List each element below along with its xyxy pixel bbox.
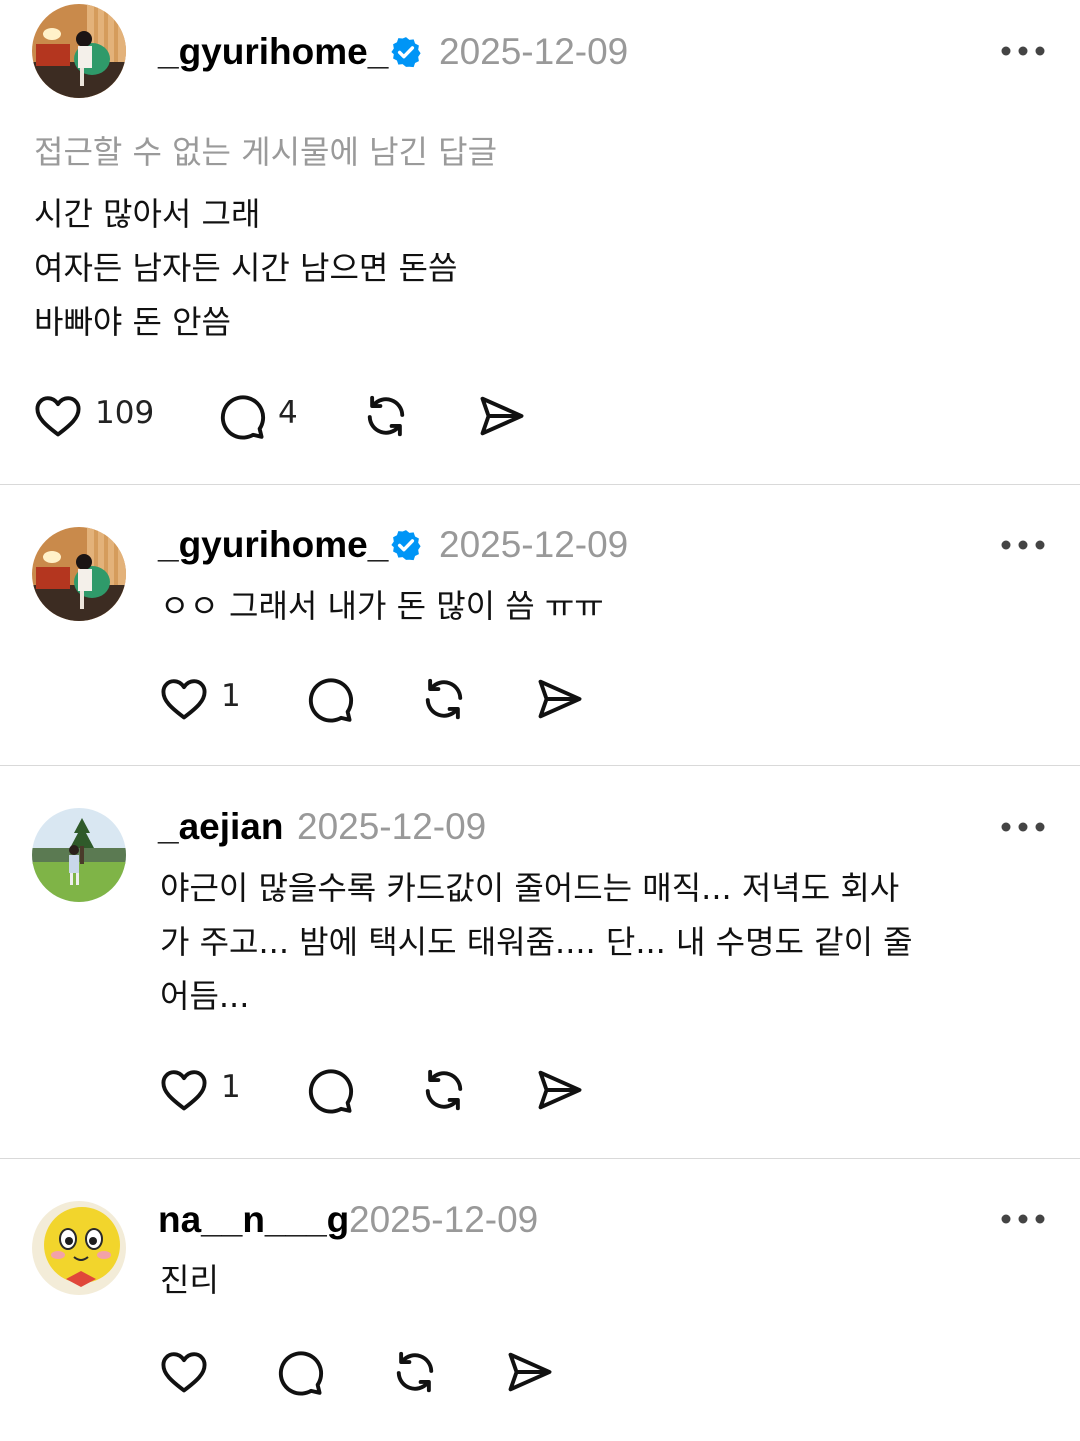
send-icon[interactable]	[534, 1064, 586, 1116]
post-divider	[0, 1158, 1080, 1159]
more-dots-icon[interactable]	[1000, 820, 1046, 834]
post-date: 2025-12-09	[297, 806, 487, 847]
username[interactable]: _gyurihome_	[158, 526, 388, 563]
verified-badge-icon	[391, 37, 421, 68]
more-dots-icon[interactable]	[1000, 1212, 1046, 1226]
like-count: 1	[221, 678, 241, 714]
send-icon[interactable]	[504, 1346, 556, 1398]
comment-bubble-icon[interactable]	[215, 390, 267, 442]
post-text-line: 가 주고... 밤에 택시도 태워줌.... 단... 내 수명도 같이 줄	[160, 923, 913, 961]
post-text-line: 여자든 남자든 시간 남으면 돈씀	[34, 249, 458, 287]
post-text-line: 바빠야 돈 안씀	[34, 303, 231, 341]
post-text-line: 야근이 많을수록 카드값이 줄어드는 매직... 저녁도 회사	[160, 869, 900, 907]
username[interactable]: na__n___g	[158, 1201, 349, 1238]
comment-bubble-icon[interactable]	[303, 1064, 355, 1116]
reply-context[interactable]: 접근할 수 없는 게시물에 남긴 답글	[34, 136, 497, 168]
send-icon[interactable]	[476, 390, 528, 442]
heart-icon[interactable]	[158, 673, 210, 725]
post-text-line: 진리	[160, 1261, 219, 1299]
repost-icon[interactable]	[389, 1346, 441, 1398]
repost-icon[interactable]	[418, 673, 470, 725]
avatar[interactable]	[32, 4, 126, 98]
avatar[interactable]	[32, 808, 126, 902]
post-date: 2025-12-09	[349, 1199, 539, 1240]
post-text-line: 어듬...	[160, 977, 250, 1015]
verified-badge-icon	[391, 530, 421, 561]
more-dots-icon[interactable]	[1000, 538, 1046, 552]
like-count: 1	[221, 1069, 241, 1105]
like-count: 109	[95, 395, 155, 431]
post-date: 2025-12-09	[439, 31, 629, 72]
heart-icon[interactable]	[32, 390, 84, 442]
post-date: 2025-12-09	[439, 524, 629, 565]
more-dots-icon[interactable]	[1000, 44, 1046, 58]
post-divider	[0, 765, 1080, 766]
post-text-line: ㅇㅇ 그래서 내가 돈 많이 씀 ㅠㅠ	[160, 587, 604, 625]
post-divider	[0, 484, 1080, 485]
heart-icon[interactable]	[158, 1064, 210, 1116]
post-text-line: 시간 많아서 그래	[34, 195, 261, 233]
heart-icon[interactable]	[158, 1346, 210, 1398]
repost-icon[interactable]	[418, 1064, 470, 1116]
username[interactable]: _gyurihome_	[158, 33, 388, 70]
repost-icon[interactable]	[360, 390, 412, 442]
comment-bubble-icon[interactable]	[273, 1346, 325, 1398]
comment-bubble-icon[interactable]	[303, 673, 355, 725]
reply-count: 4	[278, 395, 298, 431]
username[interactable]: _aejian	[158, 808, 283, 845]
avatar[interactable]	[32, 1201, 126, 1295]
send-icon[interactable]	[534, 673, 586, 725]
avatar[interactable]	[32, 527, 126, 621]
